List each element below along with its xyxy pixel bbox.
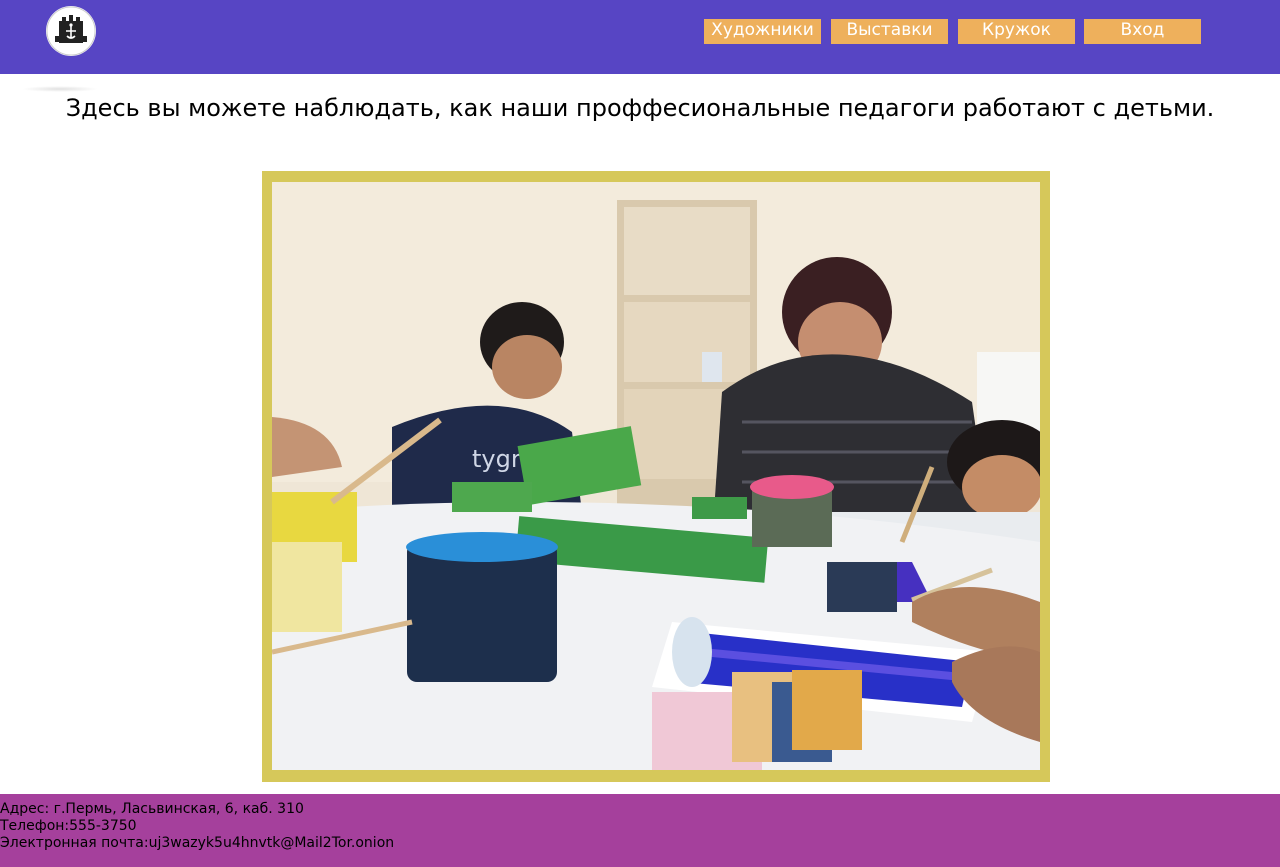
nav-button-artists[interactable]: Художники bbox=[704, 19, 821, 44]
class-photo-illustration: tygro bbox=[272, 182, 1040, 770]
anchor-ship-emblem-icon bbox=[46, 6, 96, 56]
intro-text: Здесь вы можете наблюдать, как наши проф… bbox=[65, 94, 1215, 122]
nav-button-login[interactable]: Вход bbox=[1084, 19, 1201, 44]
footer-email: Электронная почта:uj3wazyk5u4hnvtk@Mail2… bbox=[0, 835, 395, 851]
site-header: Художники Выставки Кружок Вход bbox=[0, 0, 1280, 74]
footer-address: Адрес: г.Пермь, Ласьвинская, 6, каб. 310 bbox=[0, 801, 304, 817]
footer-phone: Телефон:555-3750 bbox=[0, 818, 137, 834]
nav-button-exhibitions[interactable]: Выставки bbox=[831, 19, 948, 44]
photo-frame: tygro bbox=[262, 171, 1050, 782]
page: Художники Выставки Кружок Вход Здесь вы … bbox=[0, 0, 1280, 867]
class-photo: tygro bbox=[272, 182, 1040, 770]
nav-button-club[interactable]: Кружок bbox=[958, 19, 1075, 44]
logo[interactable] bbox=[46, 6, 96, 56]
logo-shadow bbox=[22, 86, 98, 92]
site-footer: Адрес: г.Пермь, Ласьвинская, 6, каб. 310… bbox=[0, 794, 1280, 867]
